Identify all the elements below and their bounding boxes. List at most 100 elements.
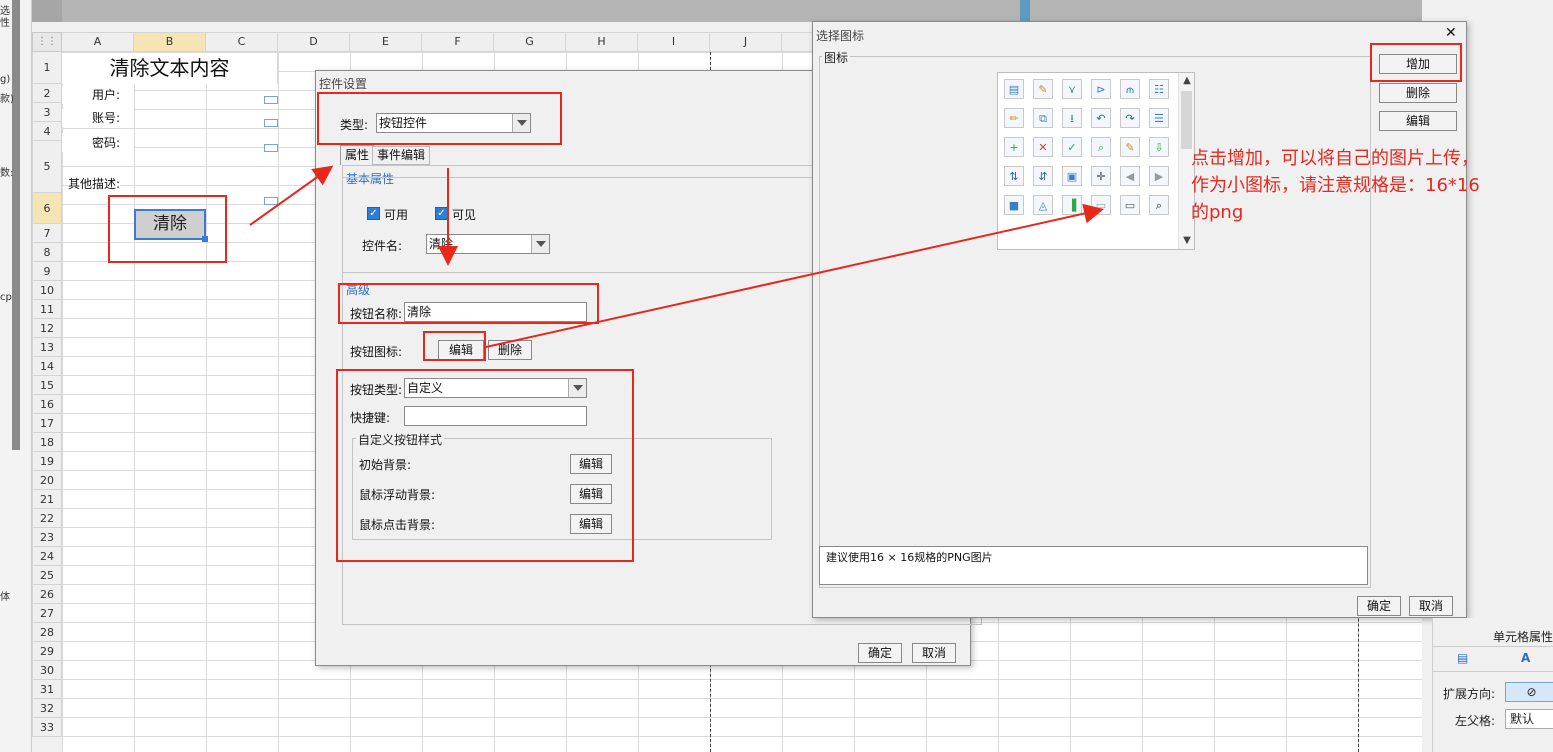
row-header-cell[interactable]: 7	[32, 224, 62, 243]
move-down-icon[interactable]: ⇩	[1149, 137, 1169, 157]
row-header-cell[interactable]: 13	[32, 338, 62, 357]
row-header-cell[interactable]: 17	[32, 414, 62, 433]
row-header-cell[interactable]: 2	[32, 84, 62, 103]
select-all-corner[interactable]: ⋮⋮	[32, 32, 62, 52]
row-header-cell[interactable]: 6	[32, 193, 62, 224]
column-header-cell[interactable]: H	[566, 32, 638, 52]
row-header-cell[interactable]: 12	[32, 319, 62, 338]
list-icon[interactable]: ☰	[1149, 108, 1169, 128]
row-header-cell[interactable]: 4	[32, 122, 62, 141]
window-icon[interactable]: ▣	[1062, 166, 1082, 186]
row-header-cell[interactable]: 5	[32, 141, 62, 193]
save-icon[interactable]: ■	[1004, 195, 1024, 215]
row-header-cell[interactable]: 19	[32, 452, 62, 471]
column-header-cell[interactable]: B	[134, 32, 206, 52]
row-header-cell[interactable]: 1	[32, 52, 62, 84]
description-widget[interactable]	[264, 197, 278, 205]
row-header-cell[interactable]: 14	[32, 357, 62, 376]
scroll-up-icon[interactable]: ▲	[1179, 73, 1195, 89]
close-icon[interactable]: ✕	[1445, 25, 1457, 41]
pencil-icon[interactable]: ✏	[1004, 108, 1024, 128]
style-tab-icon[interactable]: A	[1521, 651, 1530, 665]
check-circle-icon[interactable]: ✓	[1062, 137, 1082, 157]
undo-icon[interactable]: ↶	[1091, 108, 1111, 128]
tab-properties[interactable]: 属性	[340, 145, 375, 165]
row-header-cell[interactable]: 9	[32, 262, 62, 281]
row-header-cell[interactable]: 15	[32, 376, 62, 395]
row-header-cell[interactable]: 25	[32, 566, 62, 585]
password-widget[interactable]	[264, 144, 278, 152]
column-header-cell[interactable]: E	[350, 32, 422, 52]
merge-down-icon[interactable]: ⋎	[1062, 79, 1082, 99]
delete-circle-icon[interactable]: ✕	[1033, 137, 1053, 157]
right-arrow-icon[interactable]: ▶	[1149, 166, 1169, 186]
row-header-cell[interactable]: 8	[32, 243, 62, 262]
add-circle-icon[interactable]: +	[1004, 137, 1024, 157]
column-header-cell[interactable]: J	[710, 32, 782, 52]
tab-event-edit[interactable]: 事件编辑	[372, 146, 431, 165]
form-icon[interactable]: ▤	[1004, 79, 1024, 99]
note-icon[interactable]: ✎	[1120, 137, 1140, 157]
ok-button[interactable]: 确定	[858, 643, 902, 663]
tree-icon[interactable]: ☷	[1149, 79, 1169, 99]
row-header-cell[interactable]: 28	[32, 623, 62, 642]
expand-direction-button[interactable]: ⊘	[1505, 682, 1553, 702]
column-header-cell[interactable]: G	[494, 32, 566, 52]
column-header-cell[interactable]: F	[422, 32, 494, 52]
user-textbox-widget[interactable]	[264, 96, 278, 104]
doc-small-icon[interactable]: ▭	[1091, 195, 1111, 215]
column-header-cell[interactable]: D	[278, 32, 350, 52]
account-textbox-widget[interactable]	[264, 119, 278, 127]
row-header-cell[interactable]: 3	[32, 103, 62, 122]
row-header-cell[interactable]: 32	[32, 699, 62, 718]
visible-checkbox[interactable]: ✓	[435, 207, 448, 220]
search-icon[interactable]: ⌕	[1149, 195, 1169, 215]
left-arrow-icon[interactable]: ◀	[1120, 166, 1140, 186]
column-header-cell[interactable]: A	[62, 32, 134, 52]
row-header-cell[interactable]: 16	[32, 395, 62, 414]
icon-list[interactable]: ▲ ▼ ▤ ✎ ⋎ ⊳ ⫙ ☷ ✏ ⧉ ⭳ ↶ ↷ ☰ + ✕ ✓ ⌕ ✎ ⇩ ⇅ ⇵ ▣ ✛ ◀ ▶ ■ ◬ ▐ ▭ ▭ ⌕	[997, 72, 1195, 250]
move-icon[interactable]: ✛	[1091, 166, 1111, 186]
row-header-cell[interactable]: 18	[32, 433, 62, 452]
edit-form-icon[interactable]: ✎	[1033, 79, 1053, 99]
eraser-icon[interactable]: ◬	[1033, 195, 1053, 215]
row-header-cell[interactable]: 10	[32, 281, 62, 300]
row-header-cell[interactable]: 33	[32, 718, 62, 737]
delete-icon-button[interactable]: 删除	[1379, 83, 1457, 103]
sort-za-icon[interactable]: ⇵	[1033, 166, 1053, 186]
row-header-cell[interactable]: 11	[32, 300, 62, 319]
left-parent-field[interactable]: 默认	[1505, 709, 1553, 729]
row-header-cell[interactable]: 31	[32, 680, 62, 699]
copy-icon[interactable]: ⧉	[1033, 108, 1053, 128]
row-header-cell[interactable]: 22	[32, 509, 62, 528]
row-header-cell[interactable]: 24	[32, 547, 62, 566]
left-scrollbar[interactable]	[12, 0, 20, 450]
barcode-icon[interactable]: ▐	[1062, 195, 1082, 215]
cell-tab-icon[interactable]: ▤	[1457, 651, 1468, 665]
redo-icon[interactable]: ↷	[1120, 108, 1140, 128]
icon-ok-button[interactable]: 确定	[1357, 596, 1401, 616]
row-header-cell[interactable]: 30	[32, 661, 62, 680]
row-header-cell[interactable]: 20	[32, 471, 62, 490]
import-icon[interactable]: ⭳	[1062, 108, 1082, 128]
hierarchy-icon[interactable]: ⫙	[1120, 79, 1140, 99]
preview-icon[interactable]: ⌕	[1091, 137, 1111, 157]
cancel-button[interactable]: 取消	[912, 643, 956, 663]
control-name-select[interactable]: 清除	[426, 234, 550, 254]
row-header-cell[interactable]: 29	[32, 642, 62, 661]
enabled-checkbox[interactable]: ✓	[367, 207, 380, 220]
row-header-cell[interactable]: 23	[32, 528, 62, 547]
scroll-down-icon[interactable]: ▼	[1179, 233, 1195, 249]
column-header-cell[interactable]: C	[206, 32, 278, 52]
doc-search-icon[interactable]: ▭	[1120, 195, 1140, 215]
icon-delete-button[interactable]: 删除	[488, 340, 532, 360]
row-header-cell[interactable]: 27	[32, 604, 62, 623]
toolbar-splitter[interactable]	[1020, 0, 1030, 22]
scroll-thumb[interactable]	[1181, 91, 1192, 149]
edit-icon-button[interactable]: 编辑	[1379, 111, 1457, 131]
sort-az-icon[interactable]: ⇅	[1004, 166, 1024, 186]
row-header-cell[interactable]: 26	[32, 585, 62, 604]
column-header-cell[interactable]: I	[638, 32, 710, 52]
row-header-cell[interactable]: 21	[32, 490, 62, 509]
icon-cancel-button[interactable]: 取消	[1409, 596, 1453, 616]
